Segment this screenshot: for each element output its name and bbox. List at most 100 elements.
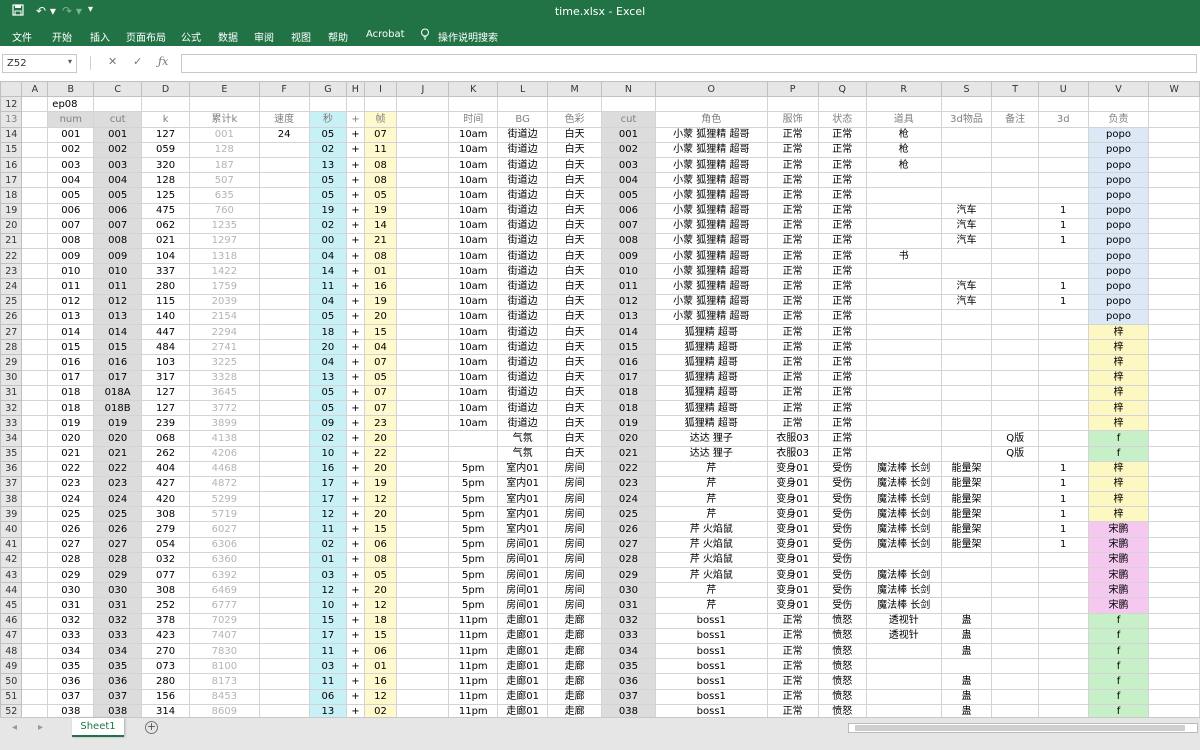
cell[interactable]: 002	[47, 141, 95, 158]
cell[interactable]: 10	[308, 445, 348, 462]
cell[interactable]: 025	[93, 506, 142, 523]
cell[interactable]: 枪	[865, 126, 942, 143]
cell[interactable]: 狐狸精 超哥	[654, 415, 768, 432]
cell[interactable]	[1037, 642, 1089, 660]
cell[interactable]	[865, 369, 942, 386]
cell[interactable]: 愤怒	[817, 688, 867, 705]
cell[interactable]	[396, 399, 450, 417]
cell[interactable]: 031	[93, 597, 142, 614]
cell[interactable]: +	[346, 658, 365, 675]
cell[interactable]: 030	[601, 582, 656, 599]
column-title-cell[interactable]: k	[140, 111, 191, 128]
cell[interactable]	[396, 354, 450, 371]
column-header[interactable]: L	[497, 81, 549, 98]
cell[interactable]	[396, 627, 450, 644]
cell[interactable]: 正常	[817, 263, 867, 280]
cell[interactable]	[940, 156, 993, 174]
cell[interactable]: +	[346, 612, 365, 629]
cell[interactable]	[21, 475, 49, 493]
cell[interactable]	[865, 384, 942, 401]
cell[interactable]: 07	[363, 384, 398, 401]
cell[interactable]: 447	[140, 323, 191, 341]
cell[interactable]: +	[346, 430, 365, 447]
cell[interactable]: 芹	[654, 597, 768, 614]
cell[interactable]	[865, 217, 942, 234]
cell[interactable]	[991, 399, 1039, 417]
cell[interactable]	[396, 703, 450, 717]
cell[interactable]: 房间	[547, 566, 603, 584]
column-header[interactable]: E	[189, 81, 260, 98]
cell[interactable]	[258, 688, 310, 705]
cell[interactable]	[1148, 384, 1200, 401]
cell[interactable]: 正常	[817, 141, 867, 158]
cell[interactable]: 宋鹏	[1087, 551, 1150, 569]
cell[interactable]	[1148, 688, 1200, 705]
cell[interactable]: 23	[363, 415, 398, 432]
cell[interactable]: +	[346, 521, 365, 538]
cell[interactable]	[1037, 96, 1089, 113]
column-header[interactable]: S	[940, 81, 993, 98]
cell[interactable]	[1037, 582, 1089, 599]
cell[interactable]: f	[1087, 627, 1150, 644]
cell[interactable]: 20	[363, 460, 398, 477]
cell[interactable]: 梓	[1087, 354, 1150, 371]
row-header[interactable]: 32	[0, 399, 23, 417]
tab-insert[interactable]: 插入	[90, 29, 110, 44]
cell[interactable]: f	[1087, 658, 1150, 675]
row-header[interactable]: 36	[0, 460, 23, 477]
cell[interactable]	[940, 141, 993, 158]
cell[interactable]: 走廊01	[497, 612, 549, 629]
cell[interactable]: +	[346, 323, 365, 341]
cell[interactable]: 白天	[547, 430, 603, 447]
cell[interactable]	[601, 96, 656, 113]
cell[interactable]: 21	[363, 232, 398, 250]
cell[interactable]: +	[346, 597, 365, 614]
cell[interactable]: 小蒙 狐狸精 超哥	[654, 141, 768, 158]
row-header[interactable]: 51	[0, 688, 23, 705]
cell[interactable]: 3772	[189, 399, 260, 417]
cell[interactable]: 16	[363, 673, 398, 690]
cell[interactable]: 汽车	[940, 232, 993, 250]
cell[interactable]: 走廊	[547, 688, 603, 705]
cell[interactable]	[940, 187, 993, 204]
cell[interactable]: 5299	[189, 491, 260, 508]
cell[interactable]: 房间	[547, 460, 603, 477]
cell[interactable]	[940, 172, 993, 189]
cell[interactable]: 012	[47, 293, 95, 310]
cell[interactable]	[991, 415, 1039, 432]
cell[interactable]: 10am	[448, 126, 499, 143]
cell[interactable]: 05	[363, 369, 398, 386]
cell[interactable]: 002	[93, 141, 142, 158]
cell[interactable]: 小蒙 狐狸精 超哥	[654, 248, 768, 265]
cell[interactable]	[991, 673, 1039, 690]
cell[interactable]	[1037, 156, 1089, 174]
cell[interactable]: 白天	[547, 399, 603, 417]
cell[interactable]: popo	[1087, 263, 1150, 280]
cell[interactable]: +	[346, 642, 365, 660]
cell[interactable]: 8173	[189, 673, 260, 690]
cell[interactable]	[865, 642, 942, 660]
cell[interactable]: 正常	[766, 642, 819, 660]
cell[interactable]: 308	[140, 506, 191, 523]
cell[interactable]	[1037, 627, 1089, 644]
cell[interactable]: 11pm	[448, 612, 499, 629]
cell[interactable]: 018B	[93, 399, 142, 417]
cell[interactable]: 6360	[189, 551, 260, 569]
cell[interactable]: 01	[308, 551, 348, 569]
cell[interactable]	[396, 232, 450, 250]
cell[interactable]: 11pm	[448, 673, 499, 690]
cell[interactable]: 033	[601, 627, 656, 644]
column-title-cell[interactable]: num	[47, 111, 95, 128]
column-title-cell[interactable]: 3d物品	[940, 111, 993, 128]
cell[interactable]: 2294	[189, 323, 260, 341]
cell[interactable]: 239	[140, 415, 191, 432]
cell[interactable]: 街道边	[497, 354, 549, 371]
cell[interactable]: 正常	[817, 384, 867, 401]
cell[interactable]	[258, 141, 310, 158]
cell[interactable]	[346, 96, 365, 113]
cell[interactable]: 梓	[1087, 339, 1150, 356]
cell[interactable]	[1037, 248, 1089, 265]
cell[interactable]: 02	[308, 430, 348, 447]
cell[interactable]: 3899	[189, 415, 260, 432]
cell[interactable]: 11pm	[448, 688, 499, 705]
